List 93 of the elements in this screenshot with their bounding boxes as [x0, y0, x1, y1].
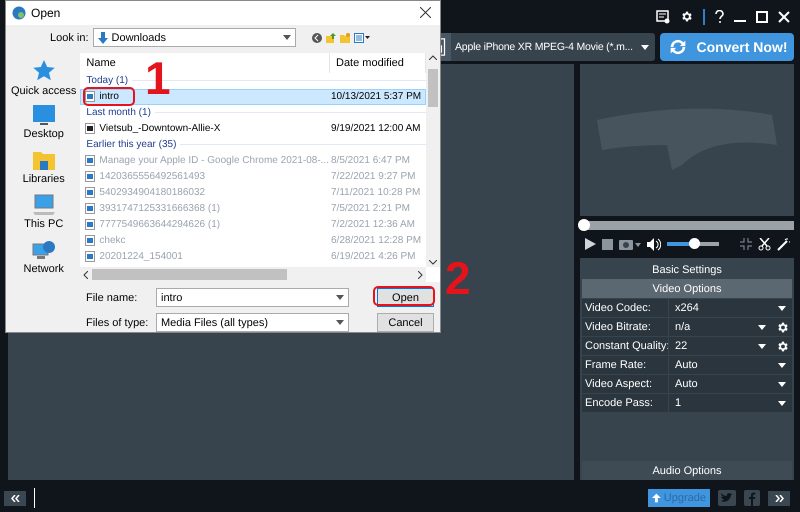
app-logo-icon — [12, 6, 26, 20]
network-icon — [32, 238, 56, 261]
dialog-title: Open — [31, 6, 62, 20]
double-chevron-left-icon — [10, 494, 20, 502]
back-icon[interactable] — [312, 32, 322, 43]
place-item[interactable]: Desktop — [24, 104, 64, 144]
file-icon — [85, 171, 96, 182]
setting-label: Constant Quality: — [582, 337, 668, 355]
maximize-icon[interactable] — [756, 10, 768, 22]
star-icon — [32, 58, 56, 83]
file-icon — [85, 187, 96, 198]
dropdown-arrow-icon — [336, 320, 344, 325]
vertical-scrollbar[interactable] — [426, 52, 440, 267]
download-arrow-icon — [98, 32, 108, 44]
file-icon — [85, 123, 96, 134]
place-item[interactable]: Quick access — [11, 58, 76, 99]
field-label: Look in: — [50, 32, 89, 44]
place-item[interactable]: Libraries — [22, 148, 65, 189]
profile-name: Apple iPhone XR MPEG-4 Movie (*.m... — [455, 41, 634, 53]
field-label: File name: — [86, 292, 138, 304]
file-icon — [85, 91, 96, 102]
close-icon — [420, 7, 430, 18]
collapse-button[interactable] — [4, 490, 26, 506]
setting-dropdown[interactable]: n/a — [668, 318, 772, 336]
close-icon[interactable] — [778, 10, 790, 22]
play-icon[interactable] — [584, 238, 596, 250]
register-icon[interactable] — [656, 10, 670, 24]
scrollbar-thumb[interactable] — [428, 68, 438, 107]
up-arrow-icon — [652, 492, 661, 504]
up-folder-icon[interactable] — [326, 32, 336, 43]
highlight-ring — [83, 87, 135, 106]
monitor-icon — [32, 104, 56, 126]
view-menu-icon[interactable] — [354, 32, 370, 43]
setting-label: Encode Pass: — [582, 394, 668, 412]
setting-dropdown[interactable]: Auto — [668, 375, 792, 393]
scroll-left-icon — [83, 270, 88, 278]
file-icon — [85, 235, 96, 246]
place-item[interactable]: This PC — [24, 194, 64, 234]
file-icon — [85, 251, 96, 262]
file-icon — [85, 155, 96, 166]
camera-icon[interactable] — [619, 238, 641, 250]
group-heading: Last month (1) — [86, 107, 151, 118]
settings-section-header[interactable]: Audio Options — [582, 461, 792, 480]
expand-button[interactable] — [768, 490, 790, 506]
field-label: Files of type: — [86, 316, 150, 328]
scroll-up-icon — [429, 54, 437, 60]
gear-icon[interactable] — [680, 10, 693, 23]
setting-label: Video Aspect: — [582, 375, 668, 393]
scissors-icon[interactable] — [758, 238, 771, 250]
dropdown-arrow-icon — [778, 382, 786, 386]
file-name-field[interactable]: intro — [156, 288, 349, 307]
look-in-dropdown[interactable]: Downloads — [92, 28, 296, 48]
dropdown-arrow-icon — [336, 295, 344, 300]
horizontal-scrollbar[interactable] — [80, 267, 426, 282]
setting-dropdown[interactable]: Auto — [668, 356, 792, 374]
cancel-button[interactable]: Cancel — [377, 313, 434, 332]
file-row[interactable]: Vietsub_-Downtown-Allie-X 9/19/2021 12:00 AM — [80, 120, 426, 137]
gear-icon[interactable] — [776, 320, 788, 334]
magic-wand-icon[interactable] — [777, 238, 790, 250]
speaker-icon[interactable] — [647, 238, 661, 250]
setting-label: Video Codec: — [582, 299, 668, 317]
seek-thumb[interactable] — [578, 219, 590, 231]
gear-icon[interactable] — [776, 340, 788, 352]
volume-thumb[interactable] — [689, 238, 700, 249]
file-icon — [85, 203, 96, 214]
dropdown-arrow-icon — [778, 400, 786, 406]
dropdown-arrow-icon — [758, 324, 766, 330]
dropdown-arrow-icon — [282, 35, 291, 40]
dropdown-arrow-icon — [641, 44, 649, 50]
setting-dropdown[interactable]: x264 — [668, 299, 792, 317]
place-item[interactable]: Network — [24, 238, 64, 279]
settings-section-header[interactable]: Video Options — [582, 279, 792, 298]
help-icon[interactable] — [715, 10, 724, 23]
setting-dropdown[interactable]: 1 — [668, 394, 792, 412]
setting-dropdown[interactable]: 22 — [668, 337, 772, 355]
double-chevron-right-icon — [774, 494, 784, 502]
dropdown-arrow-icon — [778, 306, 786, 310]
setting-label: Video Bitrate: — [582, 318, 668, 336]
stop-icon[interactable] — [602, 238, 613, 250]
file-type-dropdown[interactable]: Media Files (all types) — [156, 313, 349, 332]
setting-label: Frame Rate: — [582, 356, 668, 374]
dropdown-arrow-icon — [758, 344, 766, 348]
computer-icon — [32, 194, 56, 216]
file-icon — [85, 219, 96, 230]
crop-icon[interactable] — [740, 238, 752, 250]
scroll-right-icon — [418, 270, 423, 278]
group-heading: Earlier this year (35) — [86, 139, 176, 150]
scrollbar-thumb[interactable] — [92, 269, 288, 280]
dropdown-arrow-icon — [778, 362, 786, 368]
step-number: 2 — [445, 255, 471, 301]
scroll-down-icon — [429, 260, 437, 265]
group-heading: Today (1) — [86, 75, 128, 86]
highlight-ring — [373, 286, 435, 306]
